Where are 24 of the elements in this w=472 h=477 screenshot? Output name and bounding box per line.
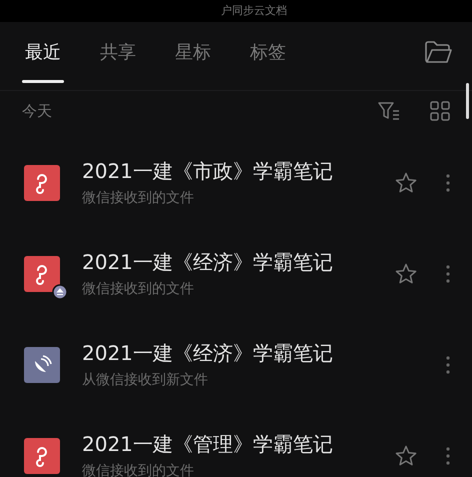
tab[interactable]: 星标	[172, 30, 214, 90]
more-icon[interactable]	[446, 446, 450, 464]
file-source: 微信接收到的文件	[82, 189, 195, 207]
file-source: 微信接收到的文件	[82, 462, 195, 477]
file-title: 2021一建《市政》学霸笔记	[82, 158, 334, 185]
tab[interactable]: 共享	[97, 30, 139, 90]
file-title: 2021一建《经济》学霸笔记	[82, 340, 334, 367]
tab[interactable]: 标签	[247, 30, 289, 90]
grid-view-icon[interactable]	[430, 101, 450, 121]
section-label: 今天	[22, 102, 53, 120]
more-icon[interactable]	[446, 264, 450, 282]
file-source: 微信接收到的文件	[82, 280, 195, 298]
filter-icon[interactable]	[378, 101, 400, 121]
tab[interactable]: 最近	[22, 30, 64, 90]
file-source: 从微信接收到新文件	[82, 371, 209, 389]
star-icon[interactable]	[394, 444, 418, 468]
file-title: 2021一建《经济》学霸笔记	[82, 249, 334, 276]
star-icon[interactable]	[394, 262, 418, 286]
folder-icon[interactable]	[424, 40, 452, 64]
file-title: 2021一建《管理》学霸笔记	[82, 431, 334, 458]
star-icon[interactable]	[394, 170, 418, 194]
banner-text: 户同步云文档	[220, 5, 287, 17]
more-icon[interactable]	[446, 356, 450, 374]
more-icon[interactable]	[446, 174, 450, 192]
